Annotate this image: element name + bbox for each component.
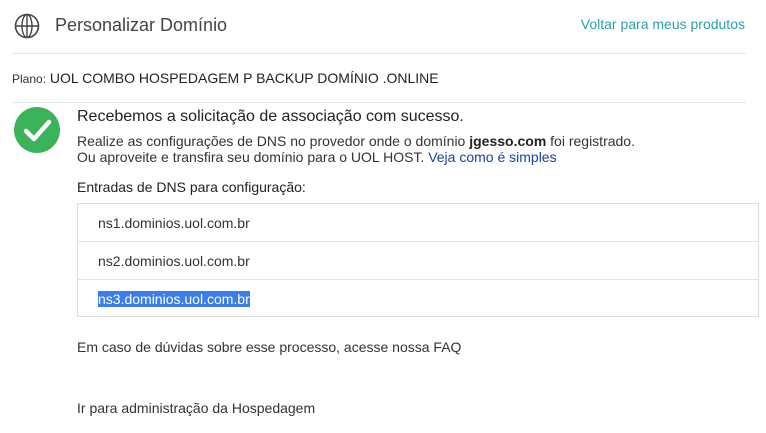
success-message-title: Recebemos a solicitação de associação co… <box>77 108 464 125</box>
dns-entry[interactable]: ns2.dominios.uol.com.br <box>78 242 758 280</box>
header-divider <box>12 53 746 54</box>
plan-info: Plano: UOL COMBO HOSPEDAGEM P BACKUP DOM… <box>12 70 439 86</box>
plan-name: UOL COMBO HOSPEDAGEM P BACKUP DOMÍNIO .O… <box>49 70 439 86</box>
plan-label: Plano: <box>12 72 47 86</box>
dns-instruction-suffix: foi registrado. <box>546 133 635 149</box>
page-header: Personalizar Domínio Voltar para meus pr… <box>0 0 766 54</box>
back-to-products-link[interactable]: Voltar para meus produtos <box>581 16 745 32</box>
domain-name: jgesso.com <box>469 133 547 149</box>
faq-text[interactable]: Em caso de dúvidas sobre esse processo, … <box>77 339 461 355</box>
dns-instruction-prefix: Realize as configurações de DNS no prove… <box>77 133 470 149</box>
dns-entry-value-selected: ns3.dominios.uol.com.br <box>98 291 250 307</box>
transfer-suggestion-text: Ou aproveite e transfira seu domínio par… <box>77 149 557 165</box>
dns-entries-label: Entradas de DNS para configuração: <box>77 179 306 195</box>
dns-entry-value: ns2.dominios.uol.com.br <box>98 252 250 269</box>
dns-entry[interactable]: ns3.dominios.uol.com.br <box>78 280 758 318</box>
dns-entries-list: ns1.dominios.uol.com.br ns2.dominios.uol… <box>77 203 759 317</box>
globe-icon <box>14 13 40 39</box>
hosting-admin-link[interactable]: Ir para administração da Hospedagem <box>77 400 315 416</box>
dns-instruction-text: Realize as configurações de DNS no prove… <box>77 133 635 149</box>
dns-entry[interactable]: ns1.dominios.uol.com.br <box>78 204 758 242</box>
check-circle-icon <box>14 107 60 153</box>
page-title: Personalizar Domínio <box>55 15 228 35</box>
plan-divider <box>12 102 746 103</box>
how-to-transfer-link[interactable]: Veja como é simples <box>428 149 556 165</box>
transfer-suggestion-prefix: Ou aproveite e transfira seu domínio par… <box>77 149 429 165</box>
dns-entry-value: ns1.dominios.uol.com.br <box>98 214 250 231</box>
